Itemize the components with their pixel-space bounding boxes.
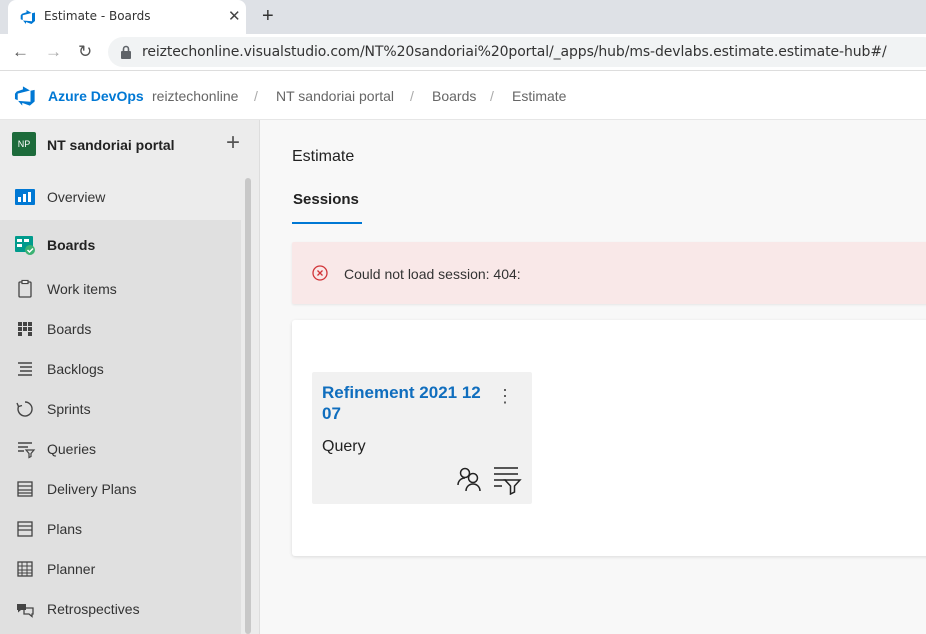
users-icon <box>457 467 481 492</box>
reload-button[interactable]: ↻ <box>78 42 92 62</box>
overview-icon <box>15 189 35 205</box>
sidebar-item-label: Overview <box>47 189 106 205</box>
breadcrumb-separator: / <box>490 88 494 104</box>
error-message-text: Could not load session: 404: <box>344 266 521 282</box>
boards-hub-icon <box>15 236 35 255</box>
breadcrumb-separator: / <box>410 88 414 104</box>
session-title[interactable]: Refinement 2021 12 07 <box>322 382 482 424</box>
breadcrumb-separator: / <box>254 88 258 104</box>
sidebar-item-backlogs[interactable]: Backlogs <box>0 349 241 389</box>
sidebar-item-queries[interactable]: Queries <box>0 429 241 469</box>
sidebar-item-label: Backlogs <box>47 361 104 377</box>
sprints-icon <box>16 401 33 417</box>
sidebar-item-label: Queries <box>47 441 97 457</box>
sidebar-item-label: Planner <box>47 561 96 577</box>
boards-icon <box>18 322 32 336</box>
query-filter-icon <box>494 467 522 495</box>
back-button[interactable]: ← <box>12 42 29 62</box>
more-options-icon[interactable]: ⋮ <box>496 386 514 407</box>
project-avatar: NP <box>12 132 36 156</box>
address-bar[interactable]: reiztechonline.visualstudio.com/NT%20san… <box>108 37 926 67</box>
sidebar-item-label: Delivery Plans <box>47 481 137 497</box>
browser-tab-strip: Estimate - Boards ✕ + <box>0 0 926 34</box>
error-message-bar: Could not load session: 404: <box>292 242 926 304</box>
sidebar-item-label: Work items <box>47 281 117 297</box>
ado-header: Azure DevOps reiztechonline / NT sandori… <box>0 71 926 120</box>
browser-toolbar: ← → ↻ reiztechonline.visualstudio.com/NT… <box>0 34 926 71</box>
delivery-plans-icon <box>17 481 33 497</box>
sidebar-scrollbar[interactable] <box>245 178 251 634</box>
queries-icon <box>18 442 36 459</box>
sidebar-item-plans[interactable]: Plans <box>0 509 241 549</box>
session-type: Query <box>322 438 366 455</box>
brand-name[interactable]: Azure DevOps <box>48 88 144 104</box>
work-items-icon <box>18 279 32 298</box>
browser-tab[interactable]: Estimate - Boards ✕ <box>8 0 246 34</box>
project-name[interactable]: NT sandoriai portal <box>47 137 175 153</box>
sidebar-item-retrospectives[interactable]: Retrospectives <box>0 589 241 629</box>
retrospectives-icon <box>17 604 34 618</box>
sidebar-item-boards[interactable]: Boards <box>0 309 241 349</box>
url-text[interactable]: reiztechonline.visualstudio.com/NT%20san… <box>142 44 887 60</box>
sidebar-item-label: Plans <box>47 521 83 537</box>
sidebar: NP NT sandoriai portal + Overview Boards… <box>0 120 260 634</box>
tab-title: Estimate - Boards <box>44 9 151 23</box>
breadcrumb-boards[interactable]: Boards <box>432 88 476 104</box>
azure-devops-logo-icon[interactable] <box>14 85 36 107</box>
backlogs-icon <box>18 362 32 376</box>
project-header[interactable]: NP NT sandoriai portal + <box>0 120 259 168</box>
breadcrumb-organization[interactable]: reiztechonline <box>152 88 238 104</box>
sidebar-item-work-items[interactable]: Work items <box>0 269 241 309</box>
new-item-button[interactable]: + <box>226 129 240 157</box>
tab-sessions[interactable]: Sessions <box>293 191 359 208</box>
new-tab-button[interactable]: + <box>262 5 274 28</box>
sidebar-item-boards-hub[interactable]: Boards <box>0 225 241 265</box>
breadcrumb-estimate[interactable]: Estimate <box>512 88 566 104</box>
azure-devops-favicon-icon <box>20 10 35 24</box>
sidebar-item-label: Boards <box>47 321 92 337</box>
plans-icon <box>17 521 33 537</box>
sidebar-item-delivery-plans[interactable]: Delivery Plans <box>0 469 241 509</box>
session-card[interactable]: Refinement 2021 12 07 ⋮ Query <box>312 372 532 504</box>
main-content: Estimate Sessions Could not load session… <box>260 120 926 634</box>
sidebar-item-label: Retrospectives <box>47 601 140 617</box>
page-title: Estimate <box>292 148 355 165</box>
sidebar-item-planner[interactable]: Planner <box>0 549 241 589</box>
lock-icon <box>121 45 131 59</box>
sidebar-item-overview[interactable]: Overview <box>0 177 241 217</box>
tab-close-icon[interactable]: ✕ <box>228 7 241 25</box>
sidebar-item-label: Boards <box>47 237 96 253</box>
planner-icon <box>17 561 33 577</box>
error-circle-icon <box>312 265 328 281</box>
breadcrumb-project[interactable]: NT sandoriai portal <box>276 88 394 104</box>
sessions-panel: Refinement 2021 12 07 ⋮ Query <box>292 320 926 556</box>
forward-button[interactable]: → <box>45 42 62 62</box>
sidebar-item-label: Sprints <box>47 401 91 417</box>
sidebar-item-sprints[interactable]: Sprints <box>0 389 241 429</box>
tab-selected-indicator <box>292 222 362 224</box>
